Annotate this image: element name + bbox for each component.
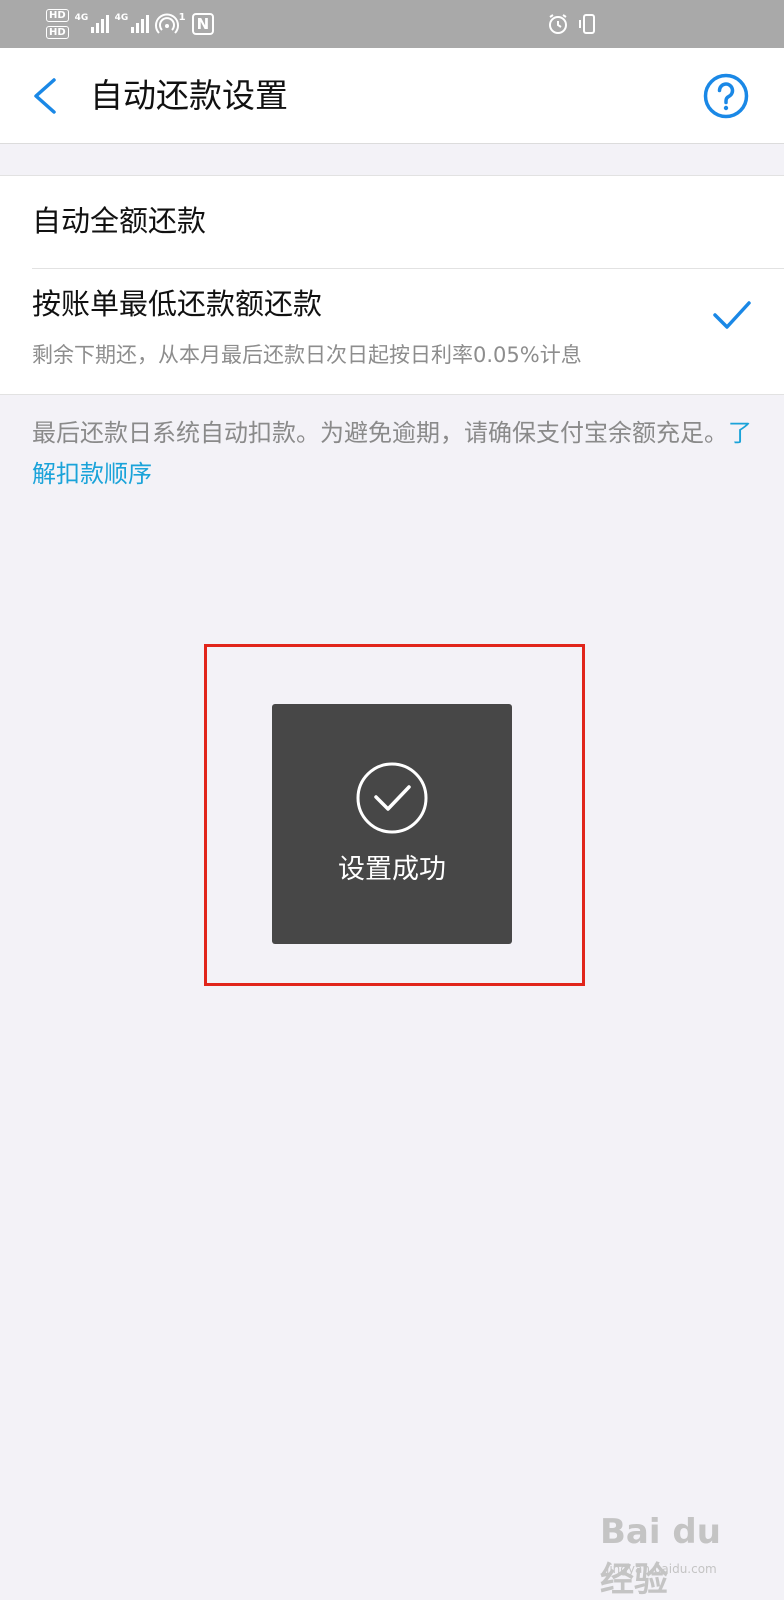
- hotspot-icon: [154, 13, 179, 34]
- option-minimum-repayment[interactable]: 按账单最低还款额还款 剩余下期还，从本月最后还款日次日起按日利率0.05%计息: [0, 269, 784, 396]
- back-button[interactable]: [24, 72, 68, 120]
- watermark: Bai du 经验 jingyan.baidu.com: [600, 1512, 760, 1600]
- signal-label: 4G: [74, 13, 89, 23]
- hd-icon: HD HD: [46, 9, 69, 39]
- option-full-repayment[interactable]: 自动全额还款: [0, 176, 784, 268]
- hd-badge: HD: [46, 26, 69, 39]
- nfc-icon: N: [191, 13, 215, 35]
- chevron-left-icon: [34, 78, 56, 114]
- vibrate-icon: [579, 14, 595, 34]
- checkmark-icon: [713, 301, 751, 329]
- help-button[interactable]: [702, 72, 750, 120]
- toast-message: 设置成功: [338, 854, 446, 885]
- signal-label: 4G: [114, 13, 129, 23]
- watermark-site: jingyan.baidu.com: [606, 1562, 717, 1576]
- repayment-note: 最后还款日系统自动扣款。为避免逾期，请确保支付宝余额充足。了解扣款顺序: [32, 413, 752, 495]
- hd-badge: HD: [46, 9, 69, 22]
- option-label: 自动全额还款: [32, 204, 207, 238]
- note-text: 最后还款日系统自动扣款。为避免逾期，请确保支付宝余额充足。: [32, 419, 728, 447]
- repayment-options: 自动全额还款 按账单最低还款额还款 剩余下期还，从本月最后还款日次日起按日利率0…: [0, 175, 784, 395]
- hotspot-count: 1: [178, 11, 186, 23]
- status-left: HD HD 4G 4G 1 N: [46, 6, 215, 42]
- status-right: [546, 12, 598, 36]
- success-toast: 设置成功: [272, 704, 512, 944]
- signal-icon: 4G: [115, 13, 149, 35]
- option-description: 剩余下期还，从本月最后还款日次日起按日利率0.05%计息: [32, 343, 582, 367]
- page-title: 自动还款设置: [90, 76, 288, 115]
- signal-icon: 4G: [75, 13, 109, 35]
- check-circle-icon: [356, 762, 428, 834]
- alarm-icon: [549, 14, 567, 34]
- question-circle-icon: [703, 73, 749, 119]
- watermark-logo: Bai du 经验: [600, 1512, 721, 1600]
- header: 自动还款设置: [0, 48, 784, 144]
- status-bar: HD HD 4G 4G 1 N: [0, 0, 784, 48]
- option-label: 按账单最低还款额还款: [32, 287, 323, 321]
